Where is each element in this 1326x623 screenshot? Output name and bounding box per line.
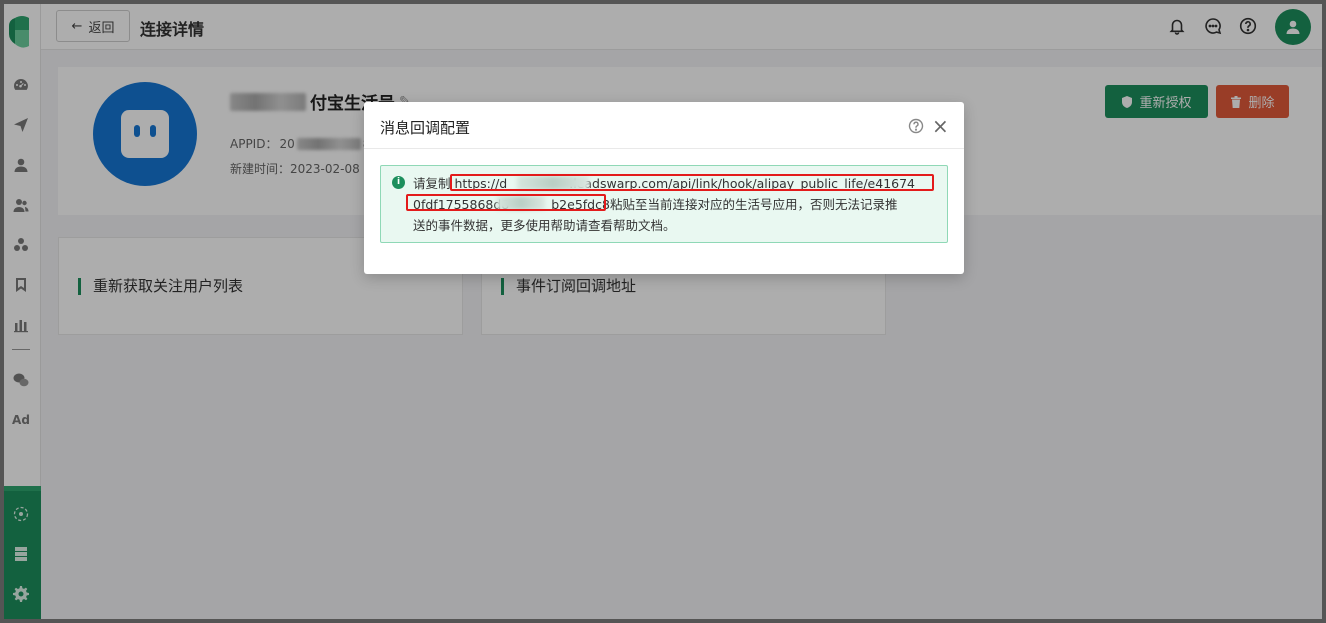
info-icon: i (392, 176, 405, 189)
close-icon[interactable]: × (932, 116, 949, 136)
help-icon[interactable] (908, 118, 924, 134)
modal-overlay[interactable] (4, 4, 1322, 619)
modal-title: 消息回调配置 (380, 119, 471, 137)
url-highlight-box (450, 174, 934, 191)
copy-instruction: 请复制 (413, 176, 451, 191)
help-text: 送的事件数据，更多使用帮助请查看帮助文档。 (413, 218, 676, 233)
modal-header-divider (364, 148, 964, 149)
paste-instruction: 粘贴至当前连接对应的生活号应用，否则无法记录推 (609, 197, 898, 212)
url-highlight-box (406, 194, 606, 211)
